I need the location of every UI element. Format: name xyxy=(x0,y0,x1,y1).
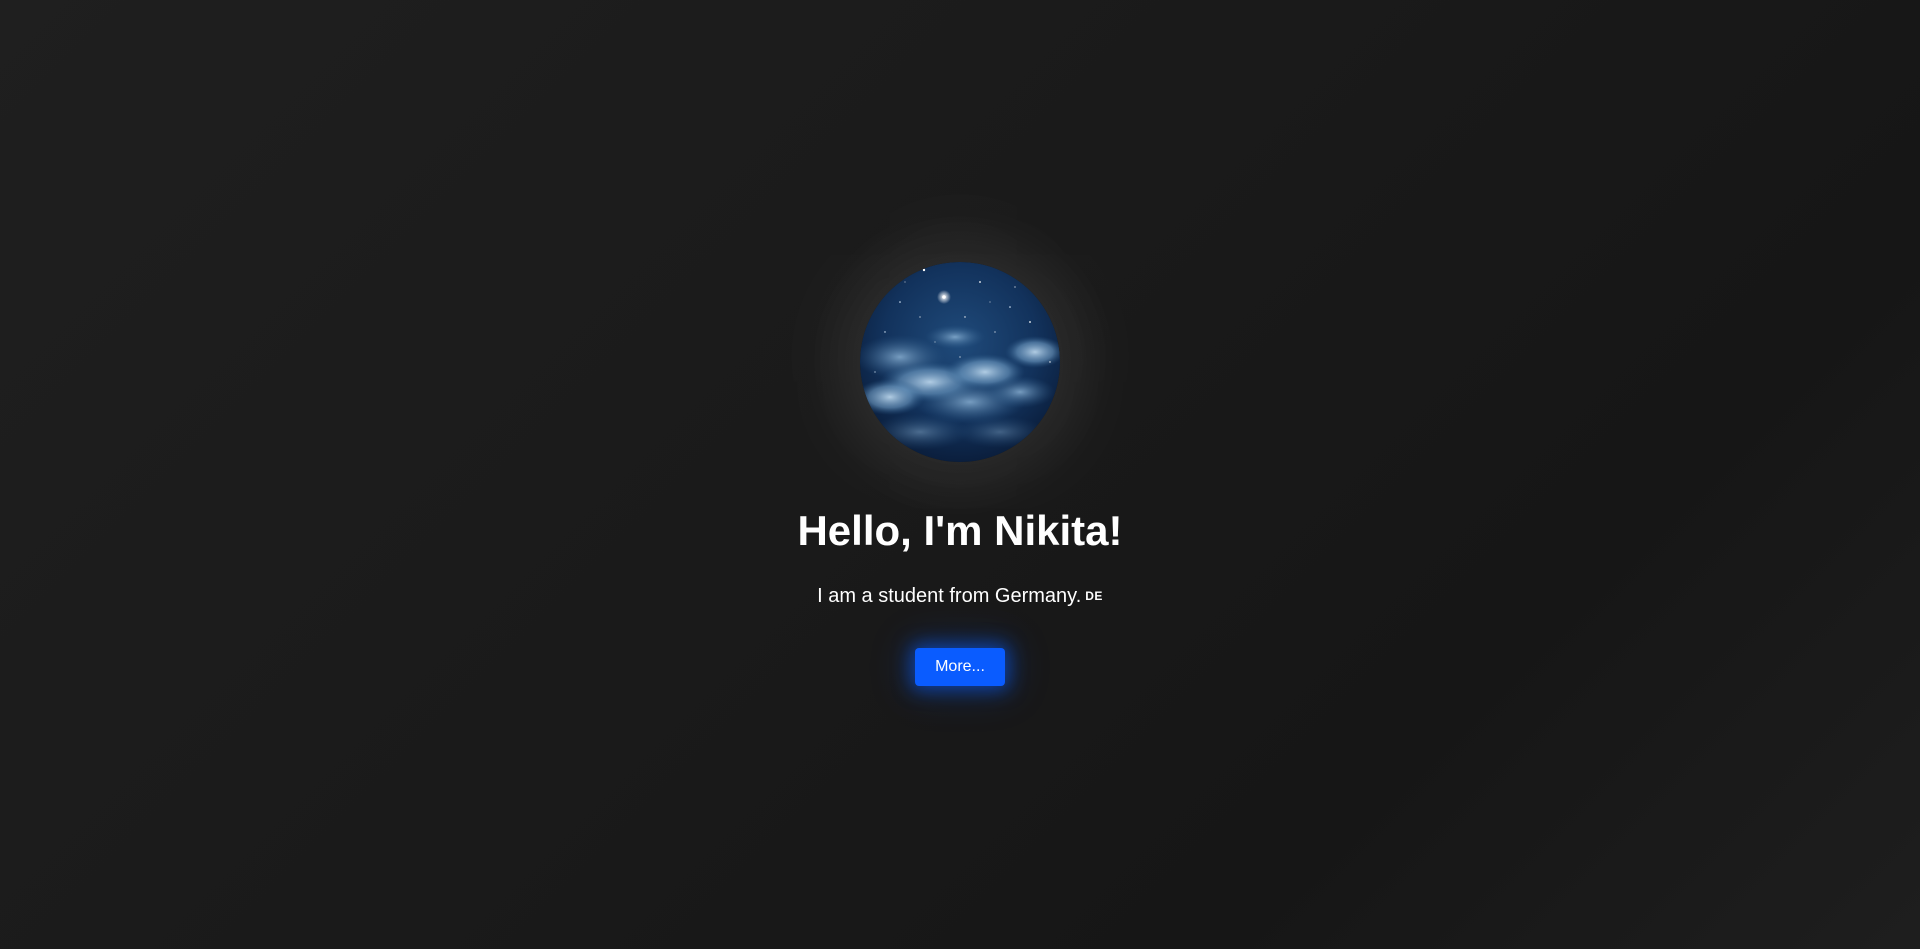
avatar xyxy=(860,262,1060,462)
intro-text: I am a student from Germany. DE xyxy=(0,582,1920,611)
more-button[interactable]: More... xyxy=(915,648,1005,686)
page-title: Hello, I'm Nikita! xyxy=(797,507,1123,554)
avatar-image xyxy=(860,262,1060,462)
germany-flag-icon: DE xyxy=(1085,588,1103,603)
intro-text-label: I am a student from Germany. xyxy=(817,585,1082,607)
hero-section: Hello, I'm Nikita! I am a student from G… xyxy=(0,0,1920,949)
